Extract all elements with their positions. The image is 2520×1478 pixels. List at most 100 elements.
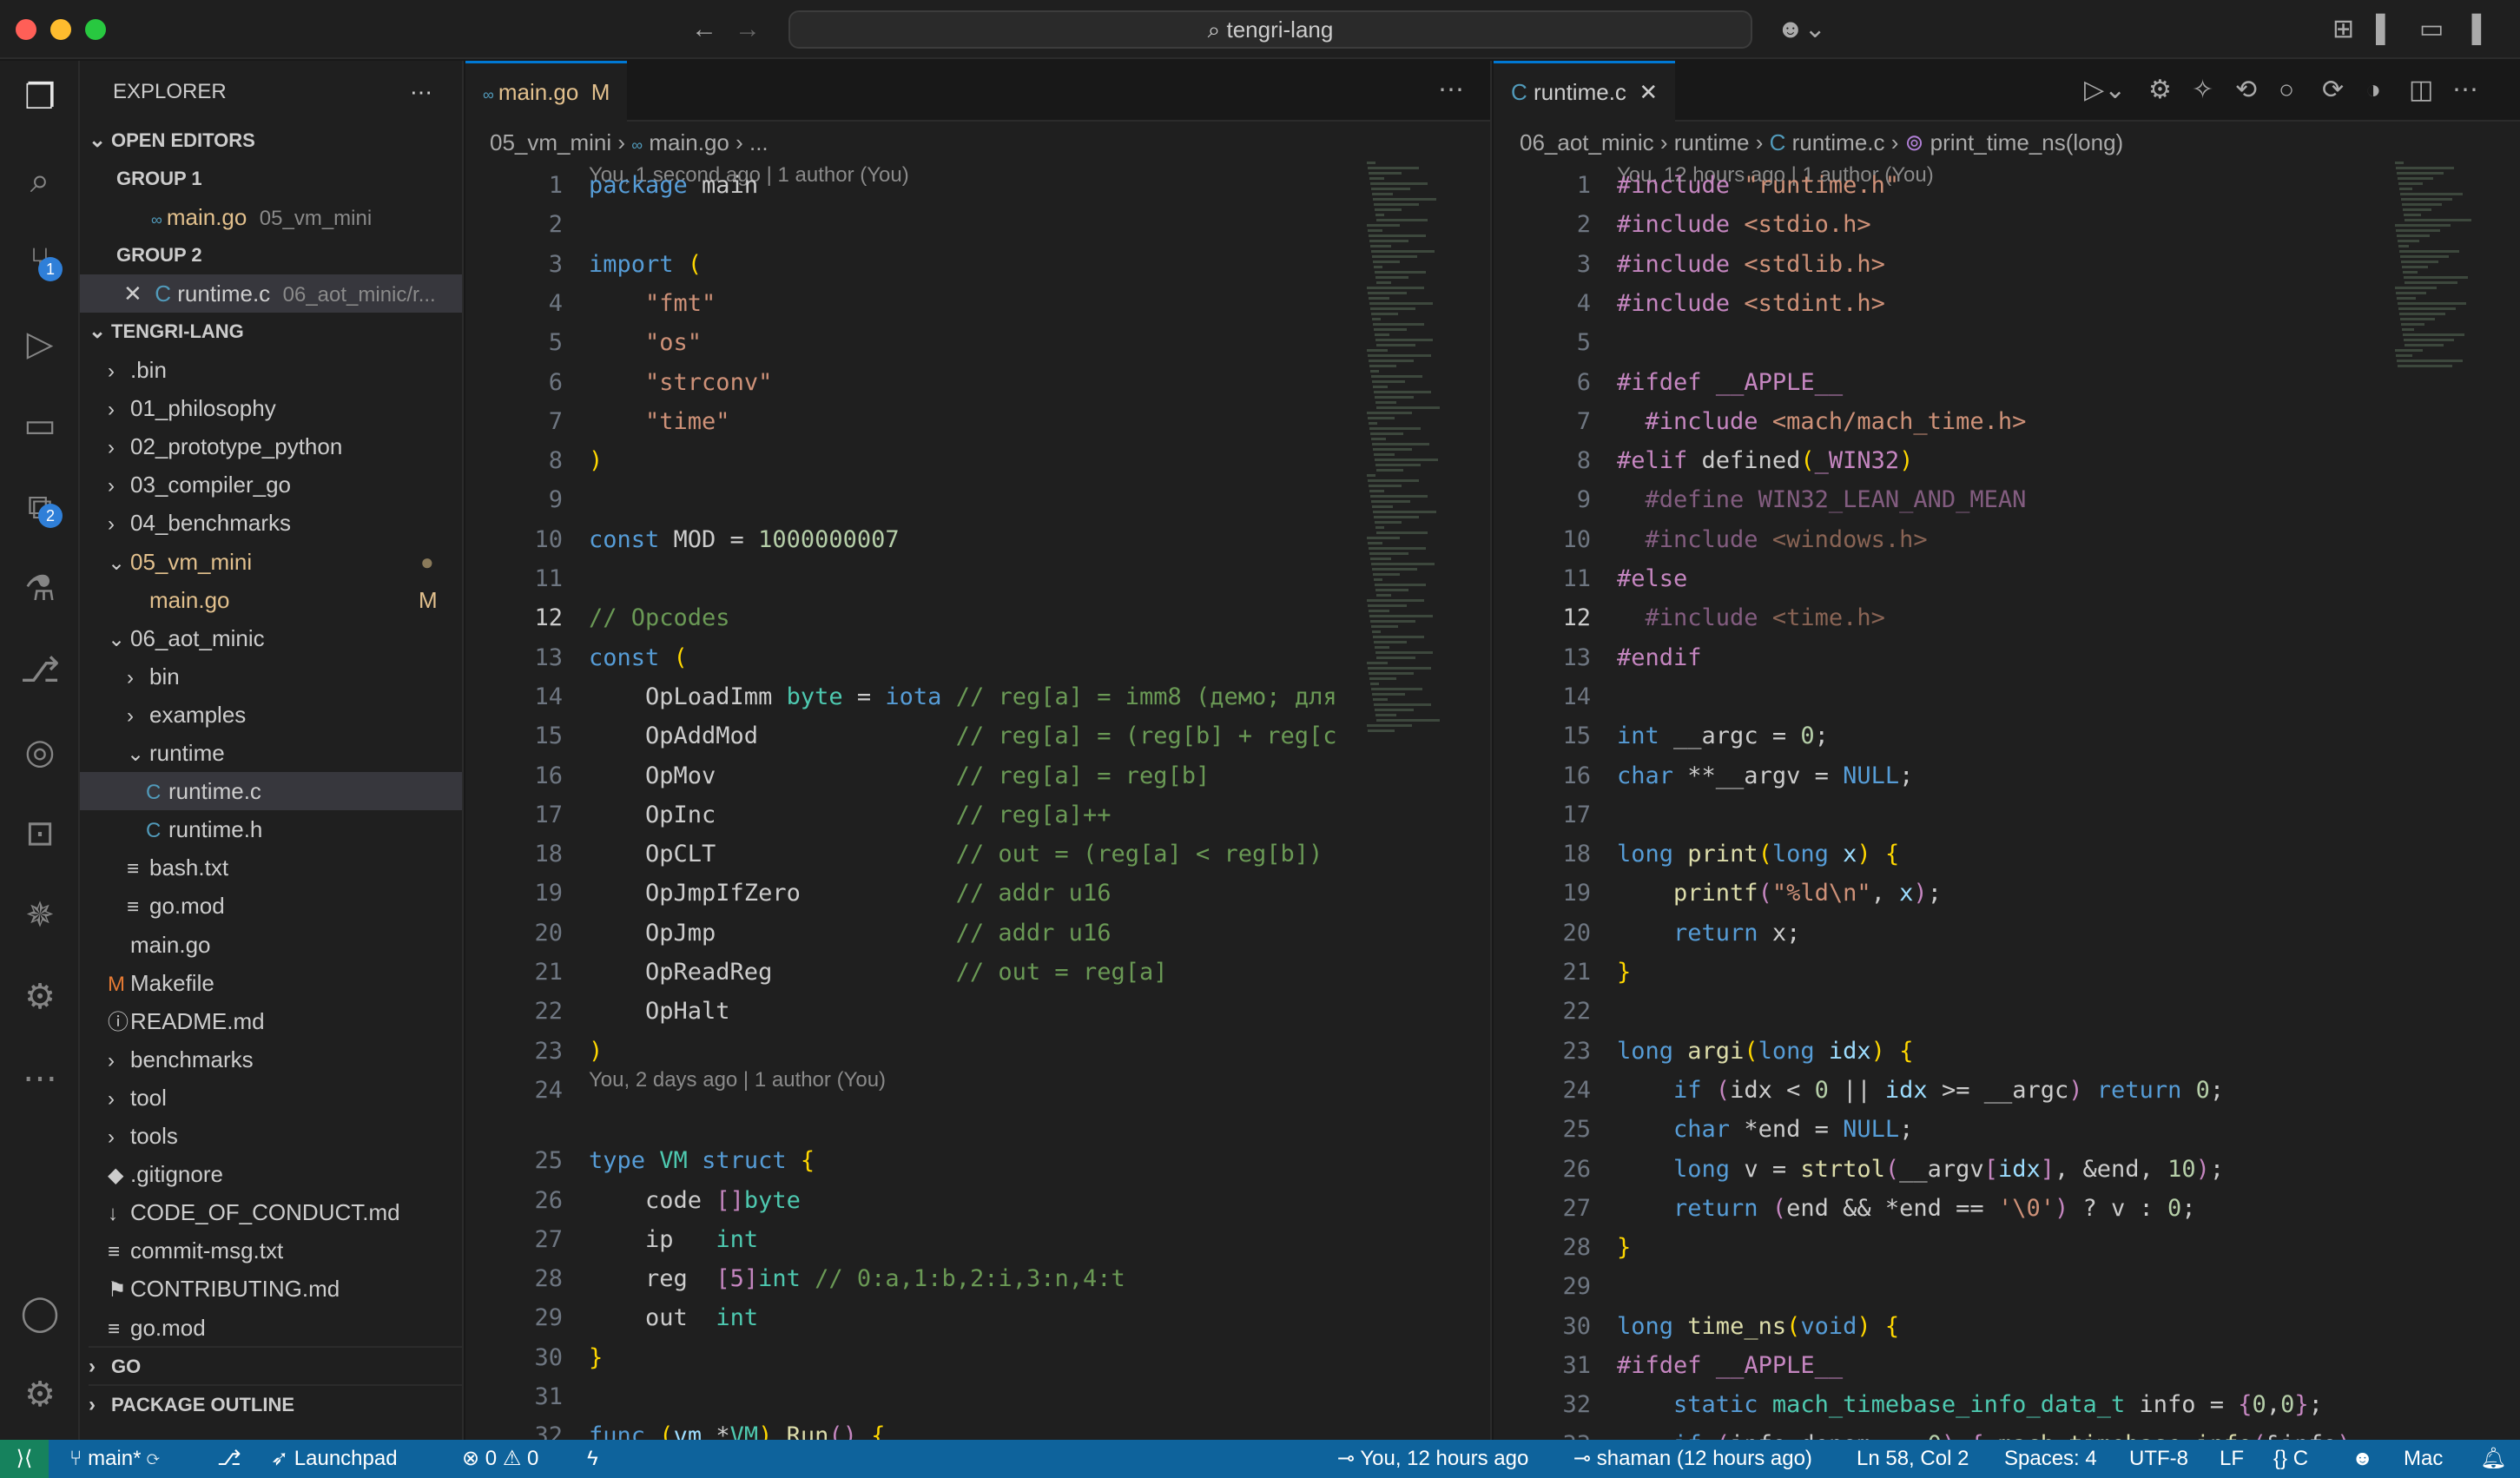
back-arrow-icon[interactable]: ← — [691, 14, 717, 45]
close-icon[interactable]: ✕ — [1639, 79, 1658, 105]
package-outline-header[interactable]: › PACKAGE OUTLINE — [89, 1384, 462, 1422]
tree-item[interactable]: › 04_benchmarks — [80, 504, 462, 542]
testing-icon[interactable]: ⚗ — [14, 563, 66, 615]
tree-item[interactable]: › examples — [80, 696, 462, 734]
tree-item[interactable]: › .bin — [80, 351, 462, 389]
tree-item[interactable]: › tools — [80, 1117, 462, 1155]
right-minimap[interactable] — [2390, 162, 2494, 1440]
gitlens-icon[interactable]: ◎ — [14, 726, 66, 778]
tab-main-go[interactable]: ∞ main.go M — [465, 61, 628, 122]
more-icon[interactable]: ⋯ — [14, 1052, 66, 1105]
cursor-position[interactable]: Ln 58, Col 2 — [1857, 1440, 1969, 1478]
run-icon[interactable]: ▷⌄ — [2084, 75, 2126, 106]
launchpad-button[interactable]: ➶ Launchpad — [271, 1440, 398, 1478]
git-graph-icon[interactable]: ⎇ — [217, 1440, 241, 1478]
split-editor-icon[interactable]: ◫ — [2409, 75, 2433, 106]
run-debug-icon[interactable]: ▷ — [14, 318, 66, 370]
search-icon[interactable]: ⌕ — [14, 155, 66, 207]
tree-item[interactable]: ◆ .gitignore — [80, 1155, 462, 1193]
gitlens-inspect-icon[interactable]: ◑ — [2365, 75, 2381, 106]
tree-item[interactable]: ⌄ runtime — [80, 734, 462, 772]
project-header[interactable]: ⌄ TENGRI-LANG — [89, 313, 462, 351]
open-editor-main-go[interactable]: ∞ main.go 05_vm_miniM — [151, 198, 462, 236]
explorer-icon[interactable]: ❐ — [14, 71, 66, 123]
branch-indicator[interactable]: ⑂ main* ⟳ — [69, 1440, 160, 1478]
author-status[interactable]: ⊸ shaman (12 hours ago) — [1573, 1440, 1812, 1478]
remote-indicator-icon[interactable]: ⟩⟨ — [0, 1440, 49, 1478]
tree-item[interactable]: M Makefile — [80, 964, 462, 1002]
breadcrumb-folder[interactable]: 05_vm_mini — [490, 129, 611, 155]
containers-icon[interactable]: ⊡ — [14, 808, 66, 860]
close-window-button[interactable] — [16, 19, 36, 40]
tree-item[interactable]: ⚑ CONTRIBUTING.md — [80, 1270, 462, 1308]
layout-customize-icon[interactable]: ⊞ — [2332, 14, 2354, 45]
tree-item[interactable]: › benchmarks — [80, 1040, 462, 1079]
breadcrumb-folder[interactable]: 06_aot_minic — [1520, 129, 1654, 155]
tree-item[interactable]: › 02_prototype_python — [80, 427, 462, 465]
next-change-icon[interactable]: ⟳ — [2322, 75, 2344, 106]
codelens-blame[interactable]: You, 2 days ago | 1 author (You) — [589, 1068, 886, 1092]
minimap-line — [2395, 162, 2404, 164]
left-minimap[interactable] — [1362, 162, 1466, 1440]
blame-status[interactable]: ⊸ You, 12 hours ago — [1337, 1440, 1528, 1478]
tree-item[interactable]: ⓘREADME.md — [80, 1002, 462, 1040]
open-editors-header[interactable]: ⌄ OPEN EDITORS — [89, 122, 462, 160]
copilot-icon[interactable]: ☻⌄ — [1777, 14, 1826, 45]
remote-icon[interactable]: ⚙ — [14, 971, 66, 1023]
close-icon[interactable]: ✕ — [123, 280, 148, 307]
copilot-status-icon[interactable]: ☻ — [2352, 1440, 2373, 1478]
command-center-search[interactable]: ⌕ tengri-lang — [788, 10, 1752, 49]
tree-item[interactable]: ≡ bash.txt — [80, 848, 462, 887]
tab-runtime-c[interactable]: C runtime.c ✕ — [1494, 61, 1676, 122]
indentation[interactable]: Spaces: 4 — [2004, 1440, 2097, 1478]
kubernetes-icon[interactable]: ✵ — [14, 889, 66, 941]
tree-item[interactable]: ≡ go.mod — [80, 887, 462, 925]
breadcrumb-file[interactable]: runtime.c — [1792, 129, 1885, 155]
source-control-icon[interactable]: ⑂ 1 — [14, 234, 66, 287]
tree-item[interactable]: ≡ go.mod — [80, 1309, 462, 1347]
open-changes-icon[interactable]: ⟲ — [2235, 75, 2257, 106]
tree-item[interactable]: ↓ CODE_OF_CONDUCT.md — [80, 1193, 462, 1231]
gear-icon[interactable]: ⚙ — [2148, 75, 2172, 106]
previous-change-icon[interactable]: ○ — [2279, 75, 2294, 106]
settings-gear-icon[interactable]: ⚙ — [14, 1369, 66, 1421]
remote-explorer-icon[interactable]: ▭ — [14, 399, 66, 452]
open-editor-runtime-c[interactable]: ✕ C runtime.c 06_aot_minic/r... — [80, 274, 462, 313]
account-icon[interactable]: ◯ — [14, 1287, 66, 1339]
breadcrumb-folder[interactable]: runtime — [1674, 129, 1750, 155]
tree-item[interactable]: ⌄ 06_aot_minic — [80, 619, 462, 657]
tree-item[interactable]: ≡ commit-msg.txt — [80, 1231, 462, 1270]
tree-item[interactable]: › tool — [80, 1079, 462, 1117]
tree-item[interactable]: main.go M — [80, 581, 462, 619]
breadcrumb-symbol[interactable]: ... — [749, 129, 769, 155]
breadcrumb-file[interactable]: main.go — [649, 129, 729, 155]
platform[interactable]: Mac — [2404, 1440, 2443, 1478]
editor-more-icon[interactable]: ⋯ — [2452, 75, 2478, 106]
tree-item[interactable]: › 01_philosophy — [80, 389, 462, 427]
tree-item[interactable]: Cruntime.h — [80, 810, 462, 848]
lightning-icon[interactable]: ϟ — [587, 1440, 598, 1478]
copilot-chat-icon[interactable]: ✧ — [2192, 75, 2213, 106]
tree-item[interactable]: ⌄ 05_vm_mini ● — [80, 543, 462, 581]
problems-indicator[interactable]: ⊗ 0 ⚠ 0 — [462, 1440, 538, 1478]
encoding[interactable]: UTF-8 — [2129, 1440, 2188, 1478]
explorer-more-icon[interactable]: ⋯ — [410, 73, 445, 111]
toggle-panel-icon[interactable]: ▭ — [2419, 14, 2444, 45]
toggle-secondary-sidebar-icon[interactable]: ▐ — [2463, 14, 2481, 45]
line-ending[interactable]: LF — [2220, 1440, 2244, 1478]
tree-item[interactable]: › 03_compiler_go — [80, 465, 462, 504]
forward-arrow-icon[interactable]: → — [735, 14, 761, 45]
toggle-sidebar-icon[interactable]: ▌ — [2376, 14, 2394, 45]
tree-item[interactable]: Cruntime.c — [80, 772, 462, 811]
go-section-header[interactable]: › GO — [89, 1346, 462, 1384]
git-graph-icon[interactable]: ⎇ — [14, 644, 66, 696]
tree-item[interactable]: main.go — [80, 926, 462, 964]
maximize-window-button[interactable] — [85, 19, 106, 40]
minimize-window-button[interactable] — [50, 19, 71, 40]
tree-item[interactable]: › bin — [80, 657, 462, 696]
notifications-bell-icon[interactable]: 🔔︎ — [2480, 1440, 2506, 1478]
extensions-icon[interactable]: ⧉ 2 — [14, 481, 66, 533]
language-mode[interactable]: {} C — [2273, 1440, 2308, 1478]
breadcrumb-symbol[interactable]: print_time_ns(long) — [1930, 129, 2124, 155]
editor-more-icon[interactable]: ⋯ — [1438, 75, 1464, 106]
